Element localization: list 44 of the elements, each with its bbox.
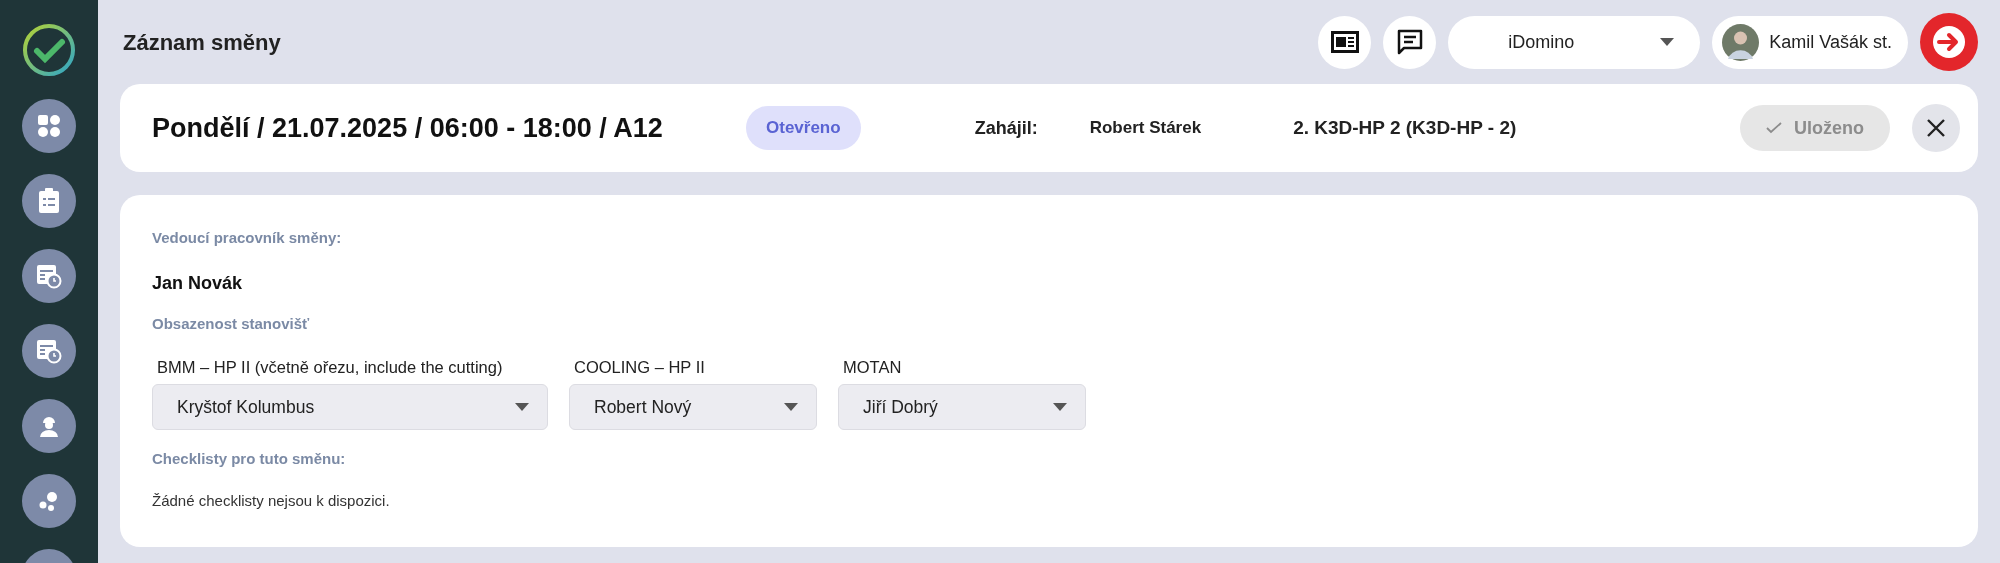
sidebar-item[interactable] — [22, 99, 76, 153]
sidebar-item[interactable] — [22, 249, 76, 303]
calendar-clock-icon — [36, 338, 62, 364]
close-icon — [1926, 118, 1946, 138]
close-button[interactable] — [1912, 104, 1960, 152]
shift-title: Pondělí / 21.07.2025 / 06:00 - 18:00 / A12 — [152, 111, 664, 145]
logout-icon — [1930, 23, 1968, 61]
started-by: Robert Stárek — [1089, 117, 1202, 140]
caret-icon — [1660, 38, 1675, 46]
check-icon — [1766, 122, 1782, 134]
logo-icon[interactable] — [21, 22, 77, 78]
caret-icon — [1053, 402, 1067, 411]
checklists-empty-text: Žádné checklisty nejsou k dispozici. — [152, 491, 391, 512]
grid-icon — [37, 114, 61, 138]
newspaper-icon — [1330, 31, 1359, 53]
station-label: BMM – HP II (včetně ořezu, include the cutting) — [157, 357, 504, 378]
workspace-dropdown[interactable]: iDomino — [1448, 15, 1701, 69]
leader-name: Jan Novák — [152, 271, 244, 295]
clipboard-icon — [38, 188, 60, 214]
sidebar-item[interactable] — [22, 399, 76, 453]
avatar — [1722, 23, 1760, 61]
sidebar-item[interactable] — [22, 324, 76, 378]
leader-label: Vedoucí pracovník směny: — [152, 228, 343, 248]
caret-icon — [784, 402, 798, 411]
sidebar-item[interactable] — [22, 474, 76, 528]
worker-icon — [38, 414, 60, 438]
station-select[interactable]: Robert Nový — [569, 383, 817, 430]
checklists-label: Checklisty pro tuto směnu: — [152, 448, 347, 469]
station-select[interactable]: Kryštof Kolumbus — [152, 383, 548, 430]
user-button[interactable]: Kamil Vašák st. — [1712, 15, 1908, 69]
stations-label: Obsazenost stanovišť — [152, 313, 311, 334]
station-select[interactable]: Jiří Dobrý — [838, 383, 1086, 430]
station-label: COOLING – HP II — [574, 357, 706, 378]
started-label: Zahájil: — [974, 116, 1038, 140]
page-title: Záznam směny — [123, 28, 281, 57]
status-badge: Otevřeno — [746, 106, 861, 150]
chat-icon — [1395, 28, 1424, 56]
calendar-clock-icon — [36, 263, 62, 289]
caret-icon — [515, 402, 529, 411]
station-label: MOTAN — [843, 357, 903, 378]
sidebar-item[interactable] — [22, 174, 76, 228]
logout-button[interactable] — [1920, 13, 1978, 71]
dots-icon — [38, 490, 60, 512]
machine-name: 2. K3D-HP 2 (K3D-HP - 2) — [1293, 115, 1517, 140]
